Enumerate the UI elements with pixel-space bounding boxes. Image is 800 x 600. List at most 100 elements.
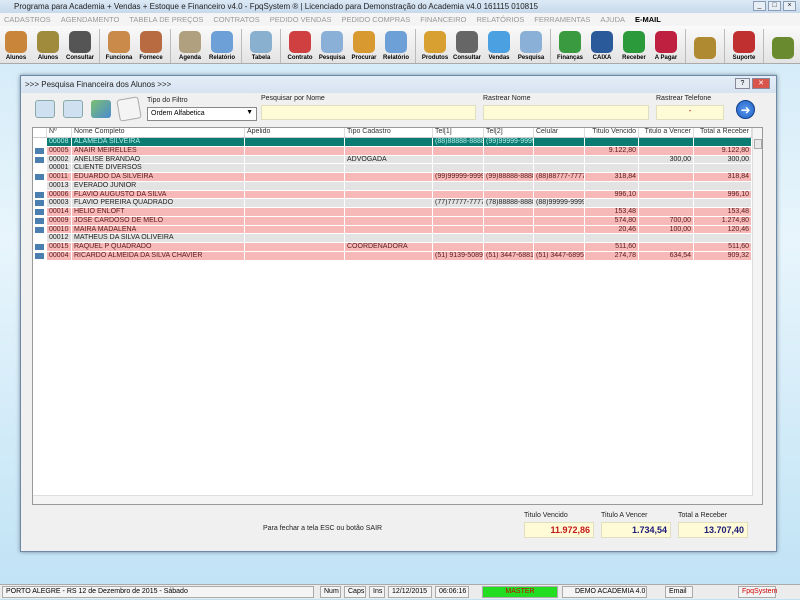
help-button[interactable]: ? bbox=[735, 78, 750, 89]
toolbar-button[interactable]: Relatório bbox=[380, 27, 412, 63]
print-preview-icon[interactable] bbox=[63, 100, 83, 118]
toolbar-label: Alunos bbox=[5, 55, 27, 61]
maximize-button[interactable]: □ bbox=[768, 1, 781, 11]
table-cell bbox=[639, 173, 694, 181]
track-name-input[interactable] bbox=[483, 105, 649, 120]
table-row[interactable]: 00015 RAQUEL P QUADRADO COORDENADORA 511,60… bbox=[33, 243, 762, 252]
arrow-right-icon[interactable]: ➜ bbox=[736, 100, 755, 119]
column-header[interactable]: Tipo Cadastro bbox=[345, 128, 433, 137]
toolbar-button[interactable]: Pesquisa bbox=[515, 27, 547, 63]
toolbar-button[interactable]: Alunos bbox=[32, 27, 64, 63]
column-header[interactable]: Apelido bbox=[245, 128, 345, 137]
column-header[interactable]: Total a Receber bbox=[694, 128, 752, 137]
toolbar-button[interactable]: Produtos bbox=[419, 27, 451, 63]
menu-item[interactable]: AGENDAMENTO bbox=[61, 15, 120, 24]
filter-type-select[interactable]: Ordem Alfabetica ▼ bbox=[147, 107, 257, 121]
toolbar-button[interactable]: Relatório bbox=[206, 27, 238, 63]
toolbar-icon bbox=[772, 37, 794, 59]
table-row[interactable]: 00010 MAIRA MADALENA 20,46 100,00 120,46 bbox=[33, 225, 762, 235]
table-row[interactable]: 00014 HELIO ENLOFT 153,48 153,48 bbox=[33, 208, 762, 217]
toolbar-button[interactable]: A Pagar bbox=[650, 27, 682, 63]
table-row[interactable]: 00003 FLAVIO PEREIRA QUADRADO (77)77777-77… bbox=[33, 199, 762, 208]
message-icon[interactable] bbox=[35, 217, 44, 224]
toolbar-button[interactable]: Contrato bbox=[284, 27, 316, 63]
message-icon[interactable] bbox=[35, 209, 44, 215]
horizontal-scrollbar[interactable] bbox=[33, 495, 753, 504]
menu-item[interactable]: AJUDA bbox=[600, 15, 625, 24]
toolbar-button[interactable]: Alunos bbox=[0, 27, 32, 63]
toolbar-button[interactable]: Agenda bbox=[174, 27, 206, 63]
message-icon[interactable] bbox=[35, 156, 44, 163]
column-header[interactable] bbox=[33, 128, 47, 137]
toolbar-button[interactable]: Vendas bbox=[483, 27, 515, 63]
table-row[interactable]: 00013 EVERADO JUNIOR bbox=[33, 181, 762, 191]
table-row[interactable]: 00009 JOSE CARDOSO DE MELO 574,80 700,00 1.2… bbox=[33, 216, 762, 226]
toolbar-button[interactable]: Receber bbox=[618, 27, 650, 63]
table-cell bbox=[484, 155, 534, 164]
email-icon[interactable] bbox=[116, 96, 142, 122]
menu-item[interactable]: CONTRATOS bbox=[213, 15, 259, 24]
toolbar-button[interactable]: Fornece bbox=[135, 27, 167, 63]
message-icon[interactable] bbox=[35, 147, 44, 154]
toolbar-button[interactable]: Pesquisa bbox=[316, 27, 348, 63]
column-header[interactable]: Celular bbox=[534, 128, 585, 137]
image-export-icon[interactable] bbox=[91, 100, 111, 118]
table-cell bbox=[433, 181, 484, 190]
column-header[interactable]: Nº bbox=[47, 128, 72, 137]
toolbar-button[interactable] bbox=[689, 27, 721, 63]
toolbar-label: Funciona bbox=[105, 55, 133, 61]
table-row[interactable]: 00002 ANELISE BRANDÃO ADVOGADA 300,00 300,00 bbox=[33, 155, 762, 165]
toolbar-button[interactable]: CAIXA bbox=[586, 27, 618, 63]
message-icon[interactable] bbox=[35, 226, 44, 233]
dialog-close-button[interactable]: ✕ bbox=[752, 78, 770, 89]
total-upcoming-label: Titulo A Vencer bbox=[601, 512, 648, 519]
message-icon[interactable] bbox=[35, 200, 44, 207]
table-cell bbox=[585, 234, 639, 242]
status-time: 06:06:16 bbox=[435, 586, 469, 598]
menu-item[interactable]: RELATÓRIOS bbox=[477, 15, 525, 24]
table-cell: 300,00 bbox=[639, 155, 694, 164]
menu-item[interactable]: TABELA DE PREÇOS bbox=[129, 15, 203, 24]
column-header[interactable]: Tel[1] bbox=[433, 128, 484, 137]
toolbar-button[interactable]: Funciona bbox=[103, 27, 135, 63]
close-button[interactable]: × bbox=[783, 1, 796, 11]
track-phone-input[interactable]: - bbox=[656, 105, 724, 120]
toolbar-button[interactable]: Tabela bbox=[245, 27, 277, 63]
message-icon[interactable] bbox=[35, 244, 44, 250]
column-header[interactable]: Titulo a Vencer bbox=[639, 128, 694, 137]
table-row[interactable]: 00001 CLIENTE DIVERSOS bbox=[33, 164, 762, 173]
vertical-scrollbar[interactable] bbox=[752, 128, 762, 504]
toolbar-button[interactable]: Procurar bbox=[348, 27, 380, 63]
menu-item[interactable]: CADASTROS bbox=[4, 15, 51, 24]
menu-item-email[interactable]: E-MAIL bbox=[635, 15, 661, 24]
column-header[interactable]: Tel[2] bbox=[484, 128, 534, 137]
table-row[interactable]: 00012 MATHEUS DA SILVA OLIVEIRA bbox=[33, 234, 762, 243]
status-email[interactable]: Email bbox=[665, 586, 693, 598]
toolbar-button[interactable]: Consultar bbox=[451, 27, 483, 63]
minimize-button[interactable]: _ bbox=[753, 1, 766, 11]
message-icon[interactable] bbox=[35, 191, 44, 198]
menu-item[interactable]: PEDIDO VENDAS bbox=[270, 15, 332, 24]
table-row[interactable]: 00004 RICARDO ALMEIDA DA SILVA CHAVIER (51… bbox=[33, 251, 762, 261]
print-icon[interactable] bbox=[35, 100, 55, 118]
table-row[interactable]: 00008 ALAMEDA SILVEIRA (88)88888-8888 (99)9… bbox=[33, 138, 762, 147]
column-header[interactable]: Nome Completo bbox=[72, 128, 245, 137]
table-row[interactable]: 00005 ANAIR MEIRELLES 9.122,80 9.122,80 bbox=[33, 146, 762, 156]
toolbar-button[interactable] bbox=[767, 27, 799, 63]
message-icon[interactable] bbox=[35, 174, 44, 180]
table-cell bbox=[245, 155, 345, 164]
toolbar-icon bbox=[211, 31, 233, 53]
toolbar-button[interactable]: Consultar bbox=[64, 27, 96, 63]
message-icon[interactable] bbox=[35, 252, 44, 259]
toolbar-button[interactable]: Finanças bbox=[554, 27, 586, 63]
column-header[interactable]: Titulo Vencido bbox=[585, 128, 639, 137]
toolbar-button[interactable]: Suporte bbox=[728, 27, 760, 63]
menu-item[interactable]: FINANCEIRO bbox=[420, 15, 466, 24]
menu-item[interactable]: FERRAMENTAS bbox=[534, 15, 590, 24]
toolbar-separator bbox=[763, 29, 764, 63]
menu-item[interactable]: PEDIDO COMPRAS bbox=[341, 15, 410, 24]
search-name-input[interactable] bbox=[261, 105, 476, 120]
table-row[interactable]: 00011 EDUARDO DA SILVEIRA (99)99999-9999 (9… bbox=[33, 173, 762, 182]
table-row[interactable]: 00006 FLAVIO AUGUSTO DA SILVA 996,10 996,10 bbox=[33, 190, 762, 200]
table-cell bbox=[534, 155, 585, 164]
